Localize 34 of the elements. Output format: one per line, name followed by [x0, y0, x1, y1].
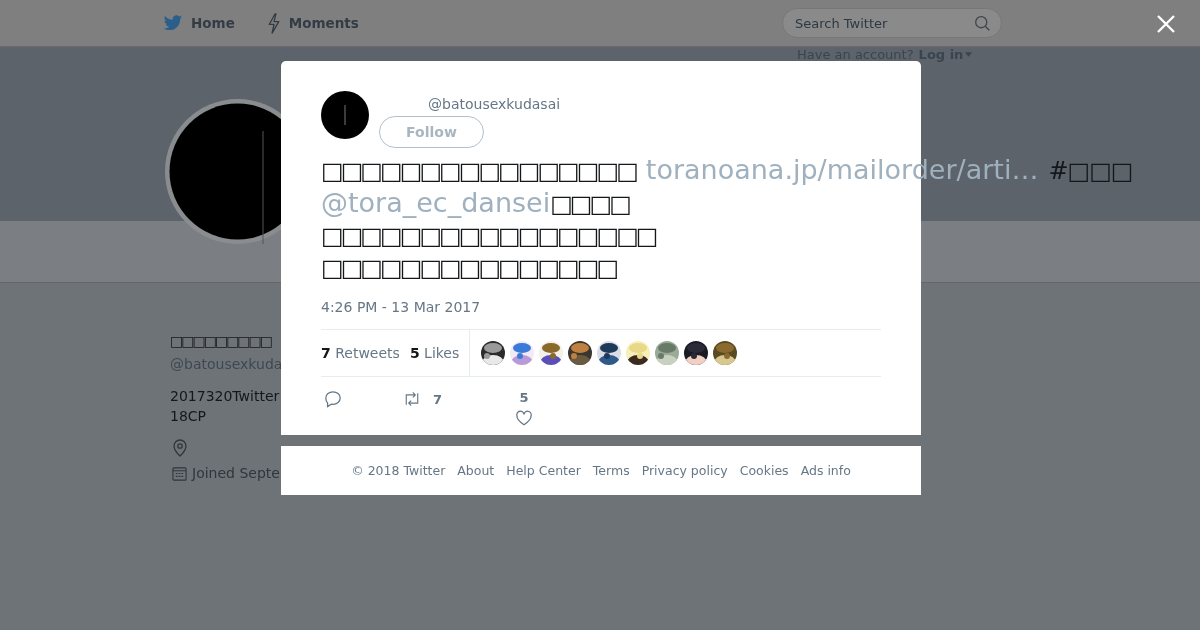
- nav-link[interactable]: Moments: [266, 12, 359, 34]
- footer-link[interactable]: © 2018 Twitter: [351, 463, 446, 478]
- tweet-text: □□□□□□□□□□□□□□□□: [321, 156, 636, 187]
- footer-link[interactable]: Ads info: [800, 463, 851, 478]
- retweet-count: 7: [433, 391, 443, 407]
- location-icon: [172, 439, 188, 457]
- search-field[interactable]: Search Twitter: [782, 8, 1002, 38]
- footer-link[interactable]: Terms: [592, 463, 630, 478]
- retweet-icon[interactable]: [403, 390, 421, 408]
- footer-link[interactable]: Help Center: [506, 463, 581, 478]
- calendar-icon: [172, 465, 187, 481]
- profile-name: □□□□□□□□□: [170, 332, 272, 351]
- footer-link[interactable]: Privacy policy: [641, 463, 728, 478]
- user-handle: @batousexkudasai: [428, 96, 561, 112]
- hashtag-link[interactable]: #□□□: [1048, 155, 1133, 187]
- bio-line: 2017320Twitter: [170, 387, 280, 406]
- tweet-timestamp: 4:26 PM - 13 Mar 2017: [321, 299, 482, 315]
- tweet-text: □□□□□□□□□□□□□□□□□: [321, 221, 656, 252]
- heart-icon[interactable]: [515, 409, 534, 427]
- tweet-text: □□□□□□□□□□□□□□□: [321, 253, 617, 284]
- joined-date: Joined Septe: [192, 465, 280, 481]
- search-icon: [974, 14, 991, 32]
- nav-link[interactable]: Home: [163, 12, 235, 34]
- retweet-count[interactable]: 7 Retweets: [321, 345, 400, 361]
- caret-icon: [965, 52, 973, 57]
- tweet-text: □□□□: [550, 189, 629, 220]
- reply-icon[interactable]: [324, 390, 342, 408]
- lightning-icon: [266, 12, 281, 34]
- bio-line: 18CP: [170, 407, 207, 426]
- bird-icon: [163, 14, 183, 32]
- footer-link[interactable]: Cookies: [739, 463, 789, 478]
- like-count[interactable]: 5 Likes: [409, 345, 460, 361]
- like-count: 5: [519, 390, 529, 405]
- footer-link[interactable]: About: [457, 463, 495, 478]
